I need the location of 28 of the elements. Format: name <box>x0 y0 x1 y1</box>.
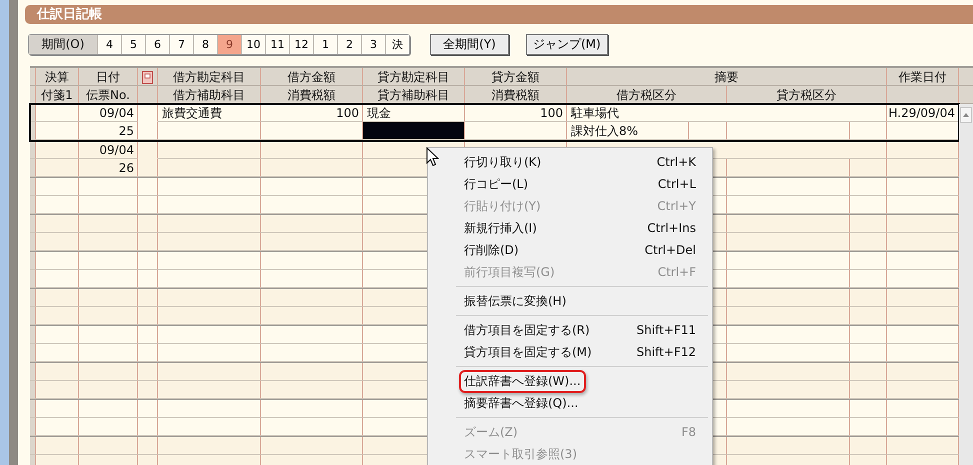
shortcut-text: Ctrl+K <box>656 155 696 169</box>
shortcut-text: Ctrl+F <box>658 265 696 279</box>
shortcut-text: Ctrl+Del <box>644 243 696 257</box>
shortcut-text: F8 <box>681 425 696 439</box>
column-header: 作業日付 <box>887 68 959 85</box>
table-cell: 課対仕入8% <box>567 122 689 140</box>
column-header: 借方金額 <box>261 68 363 85</box>
column-header: 日付 <box>79 68 138 85</box>
table-cell: 100 <box>261 104 363 122</box>
table-cell: 25 <box>79 122 138 140</box>
table-cell: 09/04 <box>79 141 138 159</box>
table-cell: 26 <box>79 159 138 177</box>
column-header: 貸方勘定科目 <box>363 68 465 85</box>
column-header: 借方勘定科目 <box>158 68 261 85</box>
period-label: 期間(O) <box>29 35 97 54</box>
table-cell: 駐車場代 <box>567 104 887 122</box>
column-header: 決算 <box>36 68 79 85</box>
shortcut-text: Ctrl+Ins <box>647 221 696 235</box>
column-header: 摘要 <box>567 68 887 85</box>
table-cell: 100 <box>465 104 567 122</box>
column-header: 貸方金額 <box>465 68 567 85</box>
table-cell: 旅費交通費 <box>158 104 261 122</box>
shortcut-text: Ctrl+Y <box>657 199 696 213</box>
shortcut-text: Ctrl+L <box>658 177 696 191</box>
window-title: 仕訳日記帳 <box>25 5 973 24</box>
table-cell: 09/04 <box>79 104 138 122</box>
shortcut-text: Shift+F11 <box>636 323 696 337</box>
shortcut-text: Shift+F12 <box>636 345 696 359</box>
